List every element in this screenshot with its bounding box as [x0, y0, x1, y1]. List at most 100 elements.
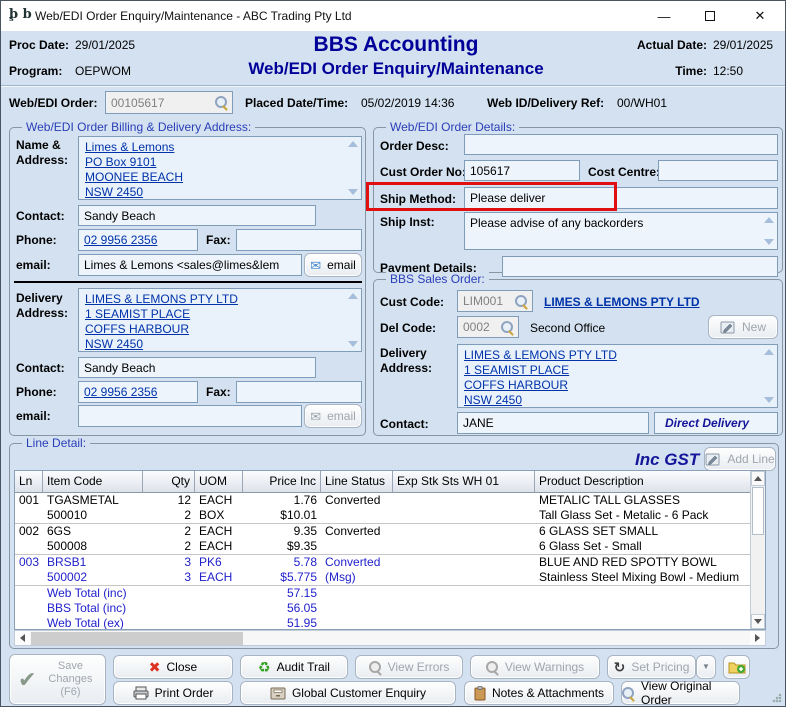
scroll-right-button[interactable]	[750, 631, 765, 645]
scroll-up-icon[interactable]	[348, 141, 358, 147]
left-arrow-icon	[20, 634, 25, 642]
billing-address-line[interactable]: NSW 2450	[85, 185, 143, 199]
delivery-email-button[interactable]: ✉ email	[304, 404, 362, 428]
billing-contact-field[interactable]: Sandy Beach	[78, 205, 316, 226]
col-header-ln[interactable]: Ln	[15, 471, 43, 493]
web-edi-order-input[interactable]: 00105617	[105, 91, 233, 114]
billing-email-field[interactable]: Limes & Lemons <sales@limes&lem	[78, 254, 302, 276]
table-body: 001 TGASMETAL500010 122 EACHBOX 1.76$10.…	[15, 493, 750, 630]
col-header-price-inc[interactable]: Price Inc	[243, 471, 321, 493]
col-header-qty[interactable]: Qty	[143, 471, 195, 493]
edit-pad-icon	[720, 320, 736, 334]
cust-code-field[interactable]: LIM001	[457, 290, 533, 312]
sales-delivery-line[interactable]: 1 SEAMIST PLACE	[464, 363, 569, 377]
delivery-address-line[interactable]: 1 SEAMIST PLACE	[85, 307, 190, 321]
table-row[interactable]: 001 TGASMETAL500010 122 EACHBOX 1.76$10.…	[15, 493, 750, 524]
payment-details-field[interactable]	[502, 256, 778, 277]
delivery-address-line[interactable]: LIMES & LEMONS PTY LTD	[85, 292, 238, 306]
cust-name-link[interactable]: LIMES & LEMONS PTY LTD	[544, 295, 700, 309]
scroll-down-icon[interactable]	[764, 239, 774, 245]
delivery-fax-field[interactable]	[236, 381, 362, 403]
order-desc-field[interactable]	[464, 134, 778, 155]
delivery-phone-field[interactable]: 02 9956 2356	[78, 381, 198, 403]
close-button[interactable]: ✖ Close	[113, 655, 233, 679]
cost-centre-field[interactable]	[658, 160, 778, 181]
contact-label: Contact:	[380, 417, 429, 431]
set-pricing-dropdown-button[interactable]: ▼	[696, 655, 716, 679]
col-header-line-status[interactable]: Line Status	[321, 471, 393, 493]
billing-address-line[interactable]: Limes & Lemons	[85, 140, 174, 154]
new-button[interactable]: New	[708, 315, 778, 339]
search-icon[interactable]	[515, 295, 528, 308]
scroll-left-button[interactable]	[15, 631, 30, 645]
col-header-exp-stk[interactable]: Exp Stk Sts WH 01	[393, 471, 535, 493]
scroll-up-icon[interactable]	[764, 217, 774, 223]
ship-inst-textarea[interactable]: Please advise of any backorders	[464, 212, 778, 250]
del-code-field[interactable]: 0002	[457, 316, 519, 338]
scroll-up-icon[interactable]	[764, 349, 774, 355]
billing-address-line[interactable]: MOONEE BEACH	[85, 170, 183, 184]
resize-grip[interactable]	[772, 693, 782, 703]
cell-exp-stk	[393, 555, 535, 585]
order-details-title: Web/EDI Order Details:	[386, 120, 519, 134]
order-details-group: Web/EDI Order Details: Order Desc: Cust …	[373, 127, 783, 273]
delivery-email-field[interactable]	[78, 405, 302, 427]
horizontal-scroll-thumb[interactable]	[31, 632, 243, 645]
billing-phone-link[interactable]: 02 9956 2356	[84, 233, 157, 247]
scroll-up-icon[interactable]	[348, 293, 358, 299]
delivery-phone-link[interactable]: 02 9956 2356	[84, 385, 157, 399]
billing-phone-field[interactable]: 02 9956 2356	[78, 229, 198, 251]
search-icon[interactable]	[215, 96, 228, 109]
view-warnings-button[interactable]: View Warnings	[470, 655, 600, 679]
table-row-highlighted[interactable]: 003 BRSB1500002 33 PK6EACH 5.78$5.775 Co…	[15, 555, 750, 586]
up-arrow-icon	[754, 476, 762, 481]
scroll-down-icon[interactable]	[348, 341, 358, 347]
delivery-address-line[interactable]: COFFS HARBOUR	[85, 322, 189, 336]
view-errors-button[interactable]: View Errors	[355, 655, 463, 679]
maximize-button[interactable]	[687, 1, 733, 31]
email-button-label: email	[327, 258, 356, 272]
add-line-button[interactable]: Add Line	[704, 447, 776, 471]
cell-uom: PK6EACH	[195, 555, 243, 585]
cust-order-no-field[interactable]: 105617	[464, 160, 580, 181]
col-header-item-code[interactable]: Item Code	[43, 471, 143, 493]
view-errors-label: View Errors	[388, 660, 450, 674]
minimize-button[interactable]: —	[641, 1, 687, 31]
delivery-address-line[interactable]: NSW 2450	[85, 337, 143, 351]
set-pricing-button[interactable]: ↻ Set Pricing	[607, 655, 696, 679]
print-order-button[interactable]: Print Order	[113, 681, 233, 705]
billing-fax-field[interactable]	[236, 229, 362, 251]
cell-status: Converted	[321, 493, 393, 523]
sales-contact-field[interactable]: JANE	[457, 412, 649, 434]
vertical-scrollbar[interactable]	[750, 471, 765, 629]
sales-delivery-line[interactable]: NSW 2450	[464, 393, 522, 407]
audit-trail-button[interactable]: ♻ Audit Trail	[240, 655, 348, 679]
delivery-contact-field[interactable]: Sandy Beach	[78, 357, 316, 378]
global-customer-enquiry-button[interactable]: Global Customer Enquiry	[240, 681, 456, 705]
horizontal-scrollbar[interactable]	[14, 630, 766, 646]
time-label: Time:	[601, 64, 707, 78]
col-header-uom[interactable]: UOM	[195, 471, 243, 493]
search-icon[interactable]	[501, 321, 514, 334]
ship-method-field[interactable]: Please deliver	[464, 187, 778, 209]
col-header-product-desc[interactable]: Product Description	[535, 471, 750, 493]
scroll-up-button[interactable]	[751, 471, 765, 486]
placed-date-value: 05/02/2019 14:36	[361, 96, 454, 110]
view-original-order-button[interactable]: View Original Order	[621, 681, 740, 705]
sales-delivery-line[interactable]: COFFS HARBOUR	[464, 378, 568, 392]
open-folder-button[interactable]	[723, 655, 750, 679]
table-row[interactable]: 002 6GS500008 22 EACHEACH 9.35$9.35 Conv…	[15, 524, 750, 555]
notes-attachments-button[interactable]: Notes & Attachments	[464, 681, 614, 705]
cell-item-code: TGASMETAL500010	[43, 493, 143, 523]
vertical-scroll-thumb[interactable]	[752, 487, 764, 535]
scroll-down-button[interactable]	[751, 614, 765, 629]
billing-address-line[interactable]: PO Box 9101	[85, 155, 156, 169]
delivery-address-label: Delivery Address:	[380, 346, 442, 376]
sales-delivery-line[interactable]: LIMES & LEMONS PTY LTD	[464, 348, 617, 362]
billing-email-button[interactable]: ✉ email	[304, 253, 362, 277]
delivery-contact-value: Sandy Beach	[84, 361, 155, 375]
save-changes-button[interactable]: ✔ Save Changes (F6)	[9, 654, 106, 705]
close-window-button[interactable]: ✕	[733, 1, 786, 31]
scroll-down-icon[interactable]	[348, 189, 358, 195]
scroll-down-icon[interactable]	[764, 397, 774, 403]
